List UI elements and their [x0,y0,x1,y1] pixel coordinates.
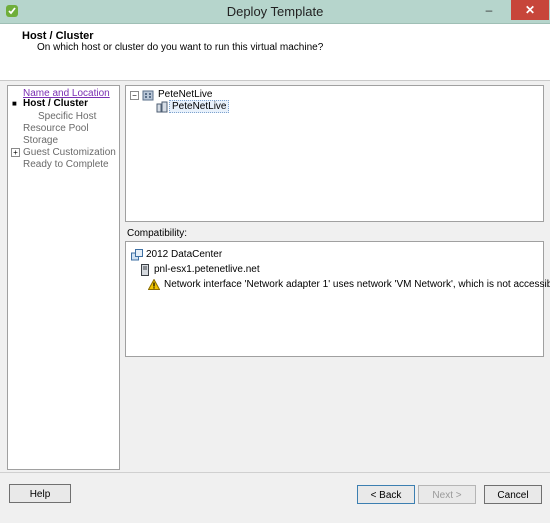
help-button[interactable]: Help [9,484,71,503]
cancel-button[interactable]: Cancel [484,485,542,504]
compat-datacenter: 2012 DataCenter [146,249,223,260]
minimize-button[interactable]: – [478,0,500,20]
page-subtitle: On which host or cluster do you want to … [37,42,324,53]
title-bar: Deploy Template – ✕ [0,0,550,24]
compatibility-label: Compatibility: [127,228,188,239]
back-button[interactable]: < Back [357,485,415,504]
step-storage: Storage [23,135,59,146]
expand-icon[interactable]: + [11,148,20,157]
wizard-steps-panel: Name and Location ■ Host / Cluster Speci… [7,85,120,470]
host-server-icon [141,264,149,276]
close-button[interactable]: ✕ [511,0,549,20]
next-button[interactable]: Next > [418,485,476,504]
window-title: Deploy Template [226,4,324,19]
inventory-tree: − PeteNetLive PeteNetLive [125,85,544,222]
compat-warning-message: Network interface 'Network adapter 1' us… [164,279,550,290]
datacenter-icon [131,249,143,261]
collapse-icon[interactable]: − [130,91,139,100]
current-step-marker-icon: ■ [12,99,17,108]
footer-divider [0,472,550,473]
warning-triangle-icon [148,279,160,290]
page-title: Host / Cluster [22,30,94,42]
step-host-cluster: Host / Cluster [23,98,89,109]
tree-node-cluster[interactable]: PeteNetLive [169,100,230,113]
wizard-header: Host / Cluster On which host or cluster … [0,24,550,81]
step-guest-customization: Guest Customization [23,147,116,158]
datacenter-icon [142,90,154,101]
tree-node-datacenter[interactable]: PeteNetLive [158,89,212,100]
step-resource-pool: Resource Pool [23,123,89,134]
compatibility-panel: 2012 DataCenter pnl-esx1.petenetlive.net… [125,241,550,357]
step-ready-to-complete: Ready to Complete [23,159,109,170]
cluster-icon [156,101,168,113]
compat-host: pnl-esx1.petenetlive.net [154,264,260,275]
step-specific-host: Specific Host [38,111,97,122]
